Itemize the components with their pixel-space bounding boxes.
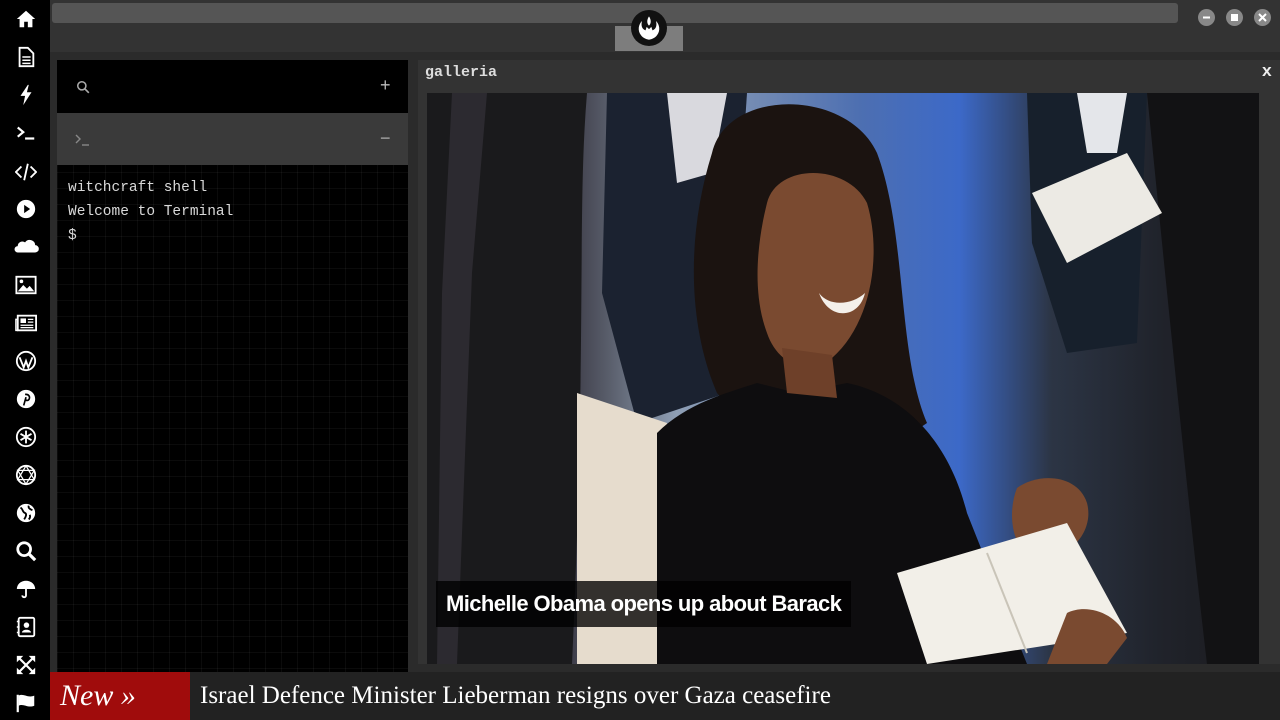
maximize-icon[interactable] — [1226, 9, 1243, 26]
contact-book-icon[interactable] — [13, 614, 39, 640]
newspaper-icon[interactable] — [13, 310, 39, 336]
ticker-badge-label: New » — [60, 679, 136, 712]
pinterest-icon[interactable] — [13, 386, 39, 412]
code-icon[interactable] — [13, 159, 39, 185]
terminal-output[interactable]: witchcraft shell Welcome to Terminal $ — [68, 176, 398, 248]
search-icon[interactable] — [76, 80, 90, 99]
ticker-headline[interactable]: Israel Defence Minister Lieberman resign… — [200, 672, 831, 720]
document-icon[interactable] — [13, 44, 39, 70]
close-icon[interactable] — [1254, 9, 1271, 26]
globe-icon[interactable] — [13, 500, 39, 526]
terminal-icon[interactable] — [13, 120, 39, 146]
terminal-prompt-icon — [75, 133, 91, 152]
lightning-icon[interactable] — [13, 82, 39, 108]
image-icon[interactable] — [13, 272, 39, 298]
top-bar — [50, 0, 1280, 52]
ticker-badge: New » — [50, 672, 190, 720]
gallery-panel: galleria x Michelle Obama opens up about… — [418, 60, 1280, 664]
photo-illustration — [427, 93, 1259, 664]
cloud-icon[interactable] — [11, 234, 41, 260]
rebel-alliance-icon[interactable] — [631, 10, 667, 46]
expand-icon[interactable] — [13, 652, 39, 678]
news-ticker: New » Israel Defence Minister Lieberman … — [50, 672, 1280, 720]
search-icon[interactable] — [13, 538, 39, 564]
gallery-title: galleria — [425, 64, 498, 81]
gallery-close-button[interactable]: x — [1262, 63, 1272, 82]
terminal-line: witchcraft shell — [68, 180, 208, 196]
close-terminal-tab-button[interactable]: − — [380, 128, 391, 149]
wordpress-icon[interactable] — [13, 348, 39, 374]
app-sidebar — [0, 0, 50, 720]
terminal-search-bar[interactable]: + — [57, 60, 408, 113]
umbrella-icon[interactable] — [13, 576, 39, 602]
photo-caption: Michelle Obama opens up about Barack — [436, 581, 852, 627]
terminal-prompt[interactable]: $ — [68, 224, 398, 248]
snowflake-icon[interactable] — [13, 424, 39, 450]
add-terminal-button[interactable]: + — [380, 75, 391, 96]
terminal-tab[interactable]: − — [57, 113, 408, 165]
home-icon[interactable] — [13, 6, 39, 32]
minimize-icon[interactable] — [1198, 9, 1215, 26]
flag-icon[interactable] — [13, 690, 39, 716]
address-bar[interactable] — [52, 3, 1178, 23]
gallery-photo[interactable]: Michelle Obama opens up about Barack — [427, 93, 1259, 664]
terminal-panel: + − witchcraft shell Welcome to Terminal… — [57, 60, 408, 672]
network-icon[interactable] — [13, 462, 39, 488]
play-icon[interactable] — [13, 196, 39, 222]
terminal-line: Welcome to Terminal — [68, 204, 234, 220]
